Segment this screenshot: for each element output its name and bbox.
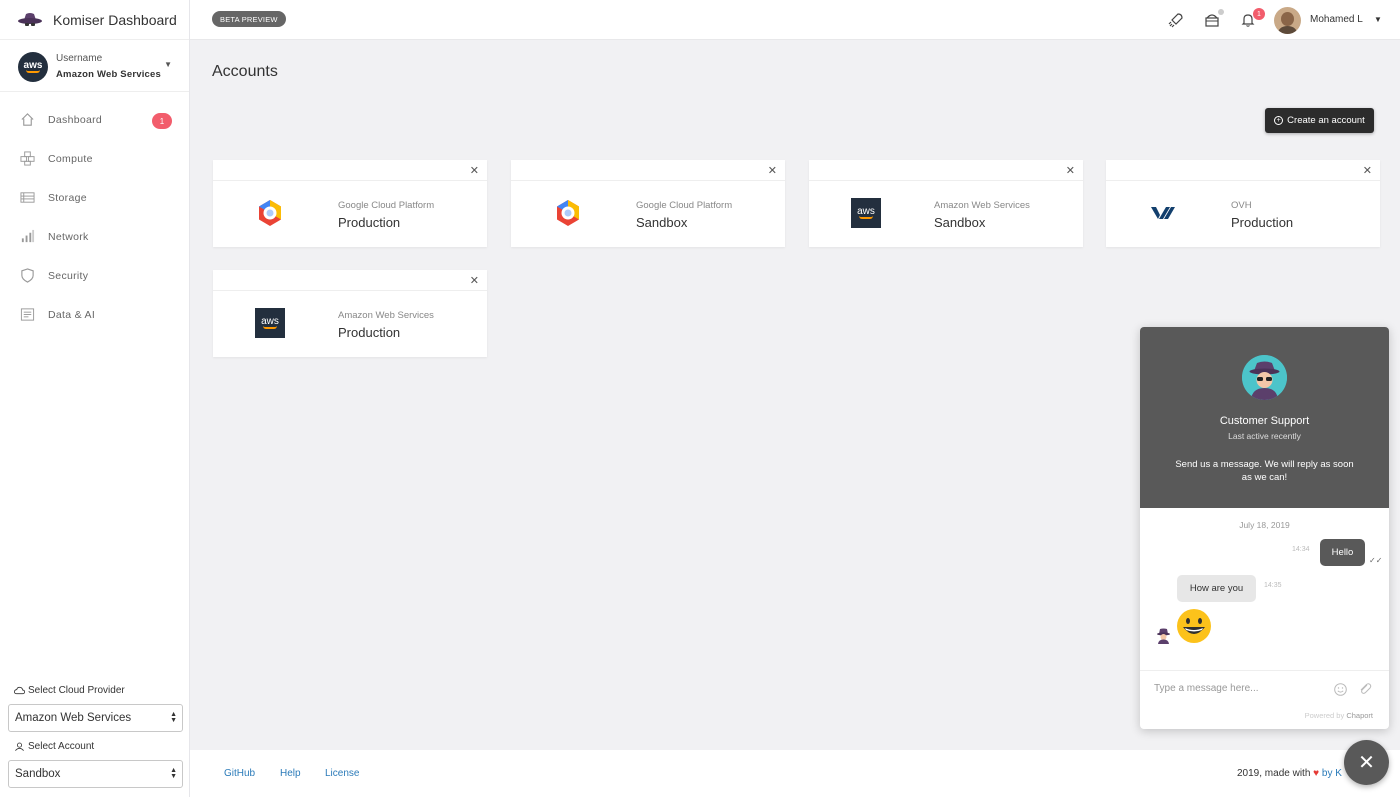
chat-title: Customer Support (1219, 415, 1310, 427)
close-icon[interactable]: ✕ (768, 164, 777, 177)
top-bar: BETA PREVIEW 1 Mohamed L ▼ (190, 0, 1400, 40)
chat-message-input[interactable]: Type a message here... (1140, 670, 1389, 707)
account-card[interactable]: ✕ Google Cloud Platform Sandbox (511, 160, 785, 247)
chat-close-button[interactable]: ✕ (1344, 740, 1389, 785)
aws-icon: aws (851, 198, 881, 228)
shield-icon (20, 268, 35, 283)
beta-badge: BETA PREVIEW (212, 11, 286, 27)
sidebar-item-dashboard[interactable]: Dashboard 1 (0, 100, 189, 139)
heart-icon: ♥ (1313, 768, 1320, 779)
provider-select[interactable]: Amazon Web Services ▲ ▼ (8, 704, 183, 732)
cloud-selectors: Select Cloud Provider Amazon Web Service… (8, 683, 184, 795)
aws-icon: aws (255, 308, 285, 338)
chat-header: Customer Support Last active recently Se… (1140, 327, 1389, 508)
sidebar-item-compute[interactable]: Compute (0, 139, 189, 178)
footer-link-github[interactable]: GitHub (224, 768, 255, 779)
sidebar-item-network[interactable]: Network (0, 217, 189, 256)
user-account-switcher[interactable]: aws Username Amazon Web Services ▼ (0, 42, 189, 92)
close-icon[interactable]: ✕ (470, 164, 479, 177)
gcp-icon (259, 200, 281, 226)
sidebar-item-storage[interactable]: Storage (0, 178, 189, 217)
username-label: Username (56, 53, 103, 64)
account-select-label: Select Account (14, 739, 184, 753)
footer-link-help[interactable]: Help (280, 768, 301, 779)
brand-title: Komiser Dashboard (53, 11, 177, 28)
sidebar-item-security[interactable]: Security (0, 256, 189, 295)
avatar[interactable] (1274, 7, 1301, 34)
message-bubble-outgoing: Hello (1320, 539, 1365, 566)
message-bubble-incoming: How are you (1177, 575, 1256, 602)
chat-widget: Customer Support Last active recently Se… (1140, 327, 1389, 729)
brand[interactable]: Komiser Dashboard (0, 0, 189, 40)
user-icon (15, 742, 24, 751)
chat-date: July 18, 2019 (1239, 520, 1290, 530)
gift-dot (1218, 9, 1224, 15)
message-time: 14:34 (1292, 546, 1310, 553)
account-select[interactable]: Sandbox ▲ ▼ (8, 760, 183, 788)
select-arrows-icon: ▲ ▼ (170, 767, 177, 780)
spy-hat-icon (18, 12, 42, 26)
user-provider: Amazon Web Services (56, 69, 161, 80)
cloud-icon (14, 686, 25, 694)
gcp-icon (557, 200, 579, 226)
grinning-emoji-icon (1177, 609, 1211, 643)
notification-badge: 1 (1253, 8, 1265, 20)
aws-logo-icon: aws (18, 51, 48, 82)
footer: GitHub Help License 2019, made with ♥ by… (190, 750, 1400, 797)
chat-intro: Send us a message. We will reply as soon… (1175, 459, 1354, 483)
sidebar-nav: Dashboard 1 Compute Storage Network Secu… (0, 100, 189, 334)
message-time: 14:35 (1264, 582, 1282, 589)
caret-down-icon[interactable]: ▼ (1374, 15, 1382, 24)
smile-icon[interactable] (1334, 683, 1347, 696)
footer-link-license[interactable]: License (325, 768, 359, 779)
ovh-icon (1151, 207, 1175, 219)
close-icon[interactable]: ✕ (470, 274, 479, 287)
account-card[interactable]: ✕ aws Amazon Web Services Production (213, 270, 487, 357)
sidebar-item-data-ai[interactable]: Data & AI (0, 295, 189, 334)
support-agent-avatar (1242, 355, 1287, 400)
close-icon[interactable]: ✕ (1363, 164, 1372, 177)
account-card[interactable]: ✕ Google Cloud Platform Production (213, 160, 487, 247)
page-title: Accounts (212, 63, 278, 80)
compute-icon (20, 151, 35, 166)
close-icon: ✕ (1358, 752, 1375, 774)
footer-credit: 2019, made with ♥ by K (1237, 768, 1342, 779)
data-icon (20, 307, 35, 322)
caret-down-icon[interactable]: ▼ (164, 60, 172, 69)
powered-by: Powered by Chaport (1304, 711, 1373, 720)
sidebar: Komiser Dashboard aws Username Amazon We… (0, 0, 190, 797)
agent-mini-avatar (1157, 628, 1170, 644)
account-card[interactable]: ✕ OVH Production (1106, 160, 1380, 247)
provider-select-label: Select Cloud Provider (14, 683, 184, 697)
network-icon (20, 229, 35, 244)
top-username[interactable]: Mohamed L (1310, 14, 1363, 25)
close-icon[interactable]: ✕ (1066, 164, 1075, 177)
paperclip-icon[interactable] (1358, 682, 1372, 696)
chat-subtitle: Last active recently (1228, 431, 1301, 441)
gift-icon[interactable] (1204, 12, 1220, 28)
rocket-icon[interactable] (1168, 12, 1184, 28)
create-account-button[interactable]: + Create an account (1265, 108, 1374, 133)
read-check-icon: ✓✓ (1369, 556, 1383, 565)
account-card[interactable]: ✕ aws Amazon Web Services Sandbox (809, 160, 1083, 247)
home-icon (20, 112, 35, 127)
select-arrows-icon: ▲ ▼ (170, 711, 177, 724)
plus-circle-icon: + (1274, 116, 1284, 125)
storage-icon (20, 190, 35, 205)
dashboard-badge: 1 (152, 113, 172, 129)
